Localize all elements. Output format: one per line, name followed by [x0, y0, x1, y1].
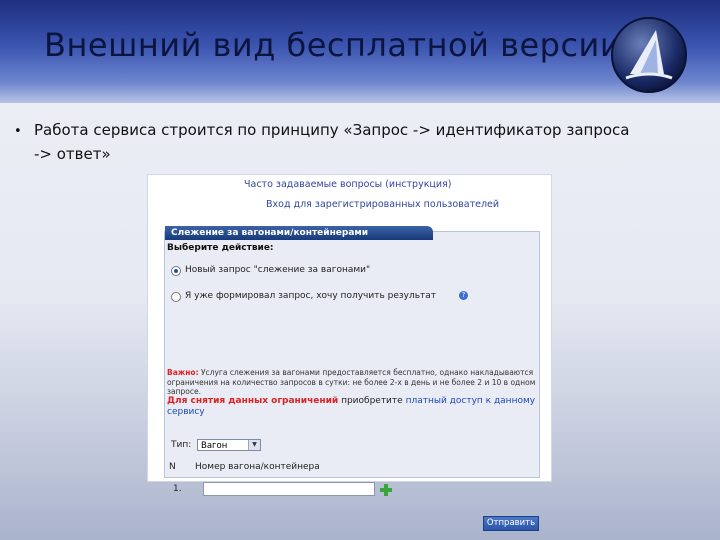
paid-access-mid: приобретите [341, 396, 403, 406]
bullet-text: Работа сервиса строится по принципу «Зап… [34, 121, 630, 163]
column-number: Номер вагона/контейнера [195, 462, 320, 472]
warning-text: Важно: Услуга слежения за вагонами предо… [167, 368, 539, 397]
tracking-panel: Слежение за вагонами/контейнерами Выбери… [164, 226, 540, 531]
option-existing-request-label[interactable]: Я уже формировал запрос, хочу получить р… [185, 291, 436, 301]
wagon-number-input[interactable] [203, 482, 375, 496]
slide-title: Внешний вид бесплатной версии [44, 26, 622, 64]
service-screenshot: Часто задаваемые вопросы (инструкция) Вх… [147, 174, 552, 531]
type-select-value: Вагон [201, 441, 228, 451]
sail-logo-icon [610, 16, 688, 94]
option-new-request-label[interactable]: Новый запрос "слежение за вагонами" [185, 265, 370, 275]
help-icon[interactable]: ? [459, 291, 468, 300]
radio-existing-request[interactable] [171, 292, 181, 302]
type-select[interactable]: Вагон ▼ [197, 439, 261, 451]
column-n: N [169, 462, 176, 472]
add-row-icon[interactable] [379, 482, 393, 496]
choose-action-label: Выберите действие: [167, 243, 274, 253]
bullet-marker: • [14, 124, 22, 139]
faq-link[interactable]: Часто задаваемые вопросы (инструкция) [244, 179, 452, 190]
paid-access-red: Для снятия данных ограничений [167, 396, 339, 406]
warning-body: Услуга слежения за вагонами предоставляе… [167, 368, 536, 396]
login-link[interactable]: Вход для зарегистрированных пользователе… [266, 199, 499, 210]
warning-label: Важно: [167, 368, 199, 377]
row-index: 1. [173, 484, 182, 494]
type-label: Тип: [171, 440, 192, 450]
paid-access-note: Для снятия данных ограничений приобретит… [167, 396, 539, 418]
chevron-down-icon[interactable]: ▼ [248, 440, 260, 450]
panel-tab-tracking[interactable]: Слежение за вагонами/контейнерами [165, 226, 433, 240]
send-button[interactable]: Отправить [483, 516, 539, 531]
radio-new-request[interactable] [171, 266, 181, 276]
